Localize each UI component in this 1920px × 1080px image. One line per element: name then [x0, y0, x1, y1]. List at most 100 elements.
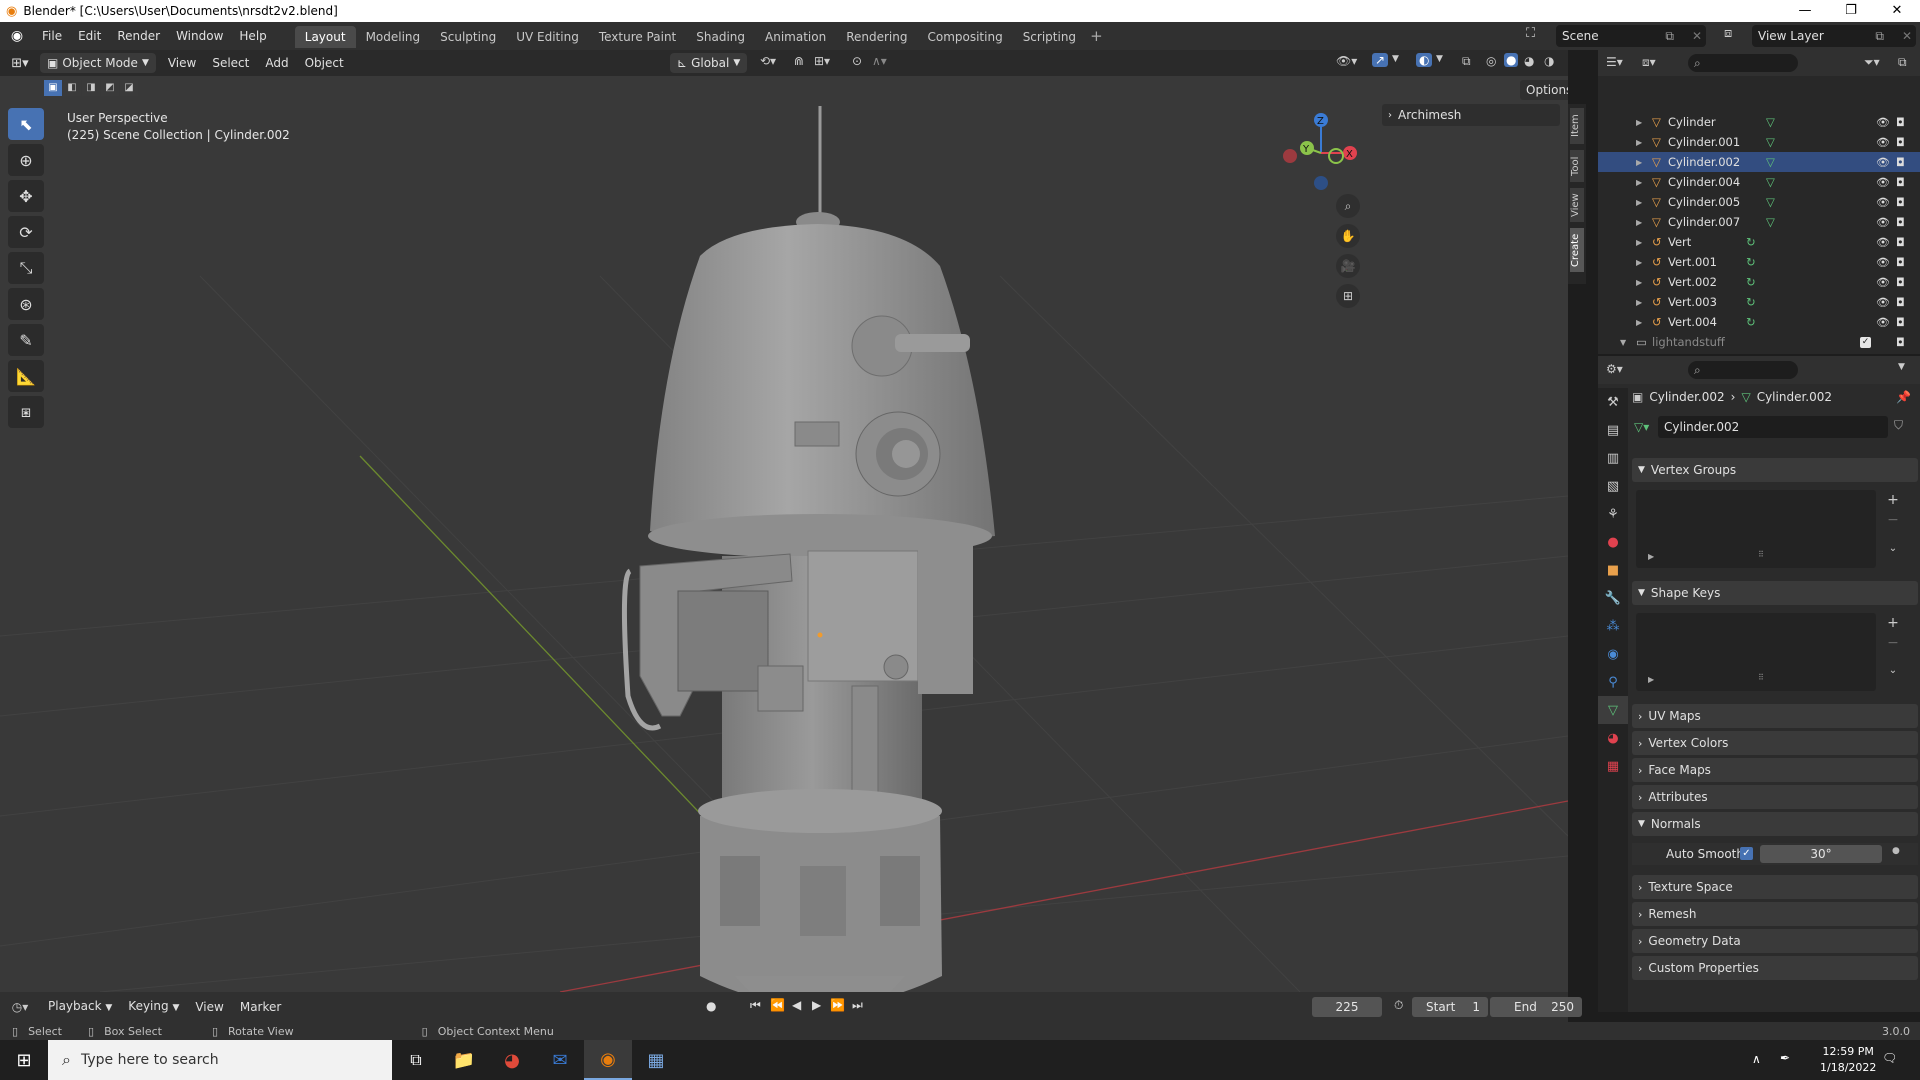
- viewport-menu-add[interactable]: Add: [257, 50, 296, 76]
- disclosure-triangle-icon[interactable]: ▶: [1636, 158, 1642, 167]
- menu-edit[interactable]: Edit: [70, 22, 109, 50]
- select-intersect-icon[interactable]: ◪: [120, 80, 138, 96]
- eye-icon[interactable]: 👁: [1876, 256, 1890, 269]
- mesh-data-icon[interactable]: ▽: [1766, 195, 1775, 209]
- disclosure-triangle-icon[interactable]: ▼: [1620, 338, 1626, 347]
- view-layer-icon[interactable]: ⧈: [1724, 26, 1732, 41]
- eye-icon[interactable]: 👁: [1876, 236, 1890, 249]
- cursor-tool[interactable]: ⊕: [8, 144, 44, 176]
- close-button[interactable]: ✕: [1874, 0, 1920, 22]
- properties-editor-icon[interactable]: ⚙▾: [1606, 362, 1623, 376]
- scene-type-icon[interactable]: ⛶: [1526, 26, 1535, 41]
- tab-modifiers[interactable]: 🔧: [1598, 584, 1628, 612]
- tab-compositing[interactable]: Compositing: [917, 26, 1012, 48]
- tab-modeling[interactable]: Modeling: [356, 26, 431, 48]
- camera-render-icon[interactable]: ◘: [1896, 156, 1905, 169]
- current-frame-field[interactable]: 225: [1312, 997, 1382, 1017]
- rotate-tool[interactable]: ⟳: [8, 216, 44, 248]
- menu-help[interactable]: Help: [231, 22, 274, 50]
- play-icon[interactable]: ▶: [812, 998, 821, 1012]
- remesh-panel-header[interactable]: › Remesh: [1632, 902, 1918, 926]
- disclosure-triangle-icon[interactable]: ▶: [1636, 118, 1642, 127]
- perspective-toggle-icon[interactable]: ⊞: [1336, 284, 1360, 308]
- transform-tool[interactable]: ⊛: [8, 288, 44, 320]
- viewport-menu-select[interactable]: Select: [204, 50, 257, 76]
- vertex-groups-panel-header[interactable]: ▼ Vertex Groups: [1632, 458, 1918, 482]
- new-collection-icon[interactable]: ⧉: [1898, 55, 1907, 70]
- visibility-icon[interactable]: 👁▾: [1336, 54, 1357, 68]
- xray-toggle-icon[interactable]: ⧉: [1462, 54, 1471, 69]
- eye-icon[interactable]: 👁: [1876, 216, 1890, 229]
- jump-end-icon[interactable]: ⏭: [852, 998, 863, 1013]
- add-shape-key-button[interactable]: +: [1882, 613, 1904, 633]
- tab-uv-editing[interactable]: UV Editing: [506, 26, 589, 48]
- blender-menu-icon[interactable]: ◉: [0, 28, 34, 44]
- wireframe-shading-icon[interactable]: ◎: [1486, 54, 1496, 68]
- uv-maps-panel-header[interactable]: › UV Maps: [1632, 704, 1918, 728]
- tab-animation[interactable]: Animation: [755, 26, 836, 48]
- outliner-editor-icon[interactable]: ☰▾: [1606, 55, 1623, 69]
- new-view-layer-icon[interactable]: ⧉: [1875, 29, 1884, 44]
- rendered-shading-icon[interactable]: ◑: [1544, 54, 1554, 68]
- tab-layout[interactable]: Layout: [294, 26, 356, 48]
- disclosure-triangle-icon[interactable]: ▶: [1636, 198, 1642, 207]
- properties-search-input[interactable]: ⌕: [1688, 361, 1798, 379]
- vertex-group-specials-button[interactable]: ⌄: [1882, 538, 1904, 558]
- navigation-gizmo[interactable]: Z X Y: [1276, 108, 1366, 198]
- remove-vertex-group-button[interactable]: −: [1882, 510, 1904, 530]
- tray-chevron-icon[interactable]: ∧: [1752, 1052, 1761, 1066]
- disclosure-triangle-icon[interactable]: ▶: [1636, 238, 1642, 247]
- geometry-data-panel-header[interactable]: › Geometry Data: [1632, 929, 1918, 953]
- editor-type-icon[interactable]: ⊞▾: [0, 56, 40, 71]
- outliner-item[interactable]: ▶ ▽ Cylinder.004 ▽ 👁 ◘: [1598, 172, 1920, 192]
- camera-render-icon[interactable]: ◘: [1896, 276, 1905, 289]
- scene-selector[interactable]: Scene ⧉ ✕: [1556, 25, 1706, 47]
- timeline-menu-keying[interactable]: Keying ▼: [120, 993, 187, 1021]
- jump-keyframe-back-icon[interactable]: ⏪: [770, 998, 785, 1012]
- fake-user-shield-icon[interactable]: ⛉: [1894, 418, 1903, 433]
- tab-tool-settings[interactable]: ⚒: [1598, 388, 1628, 416]
- select-box-tool[interactable]: ⬉: [8, 108, 44, 140]
- app-taskbar-icon[interactable]: ▦: [632, 1050, 680, 1071]
- outliner-item[interactable]: ▶ ↺ Vert.001 ↻ 👁 ◘: [1598, 252, 1920, 272]
- view-layer-selector[interactable]: View Layer ⧉ ✕: [1752, 25, 1916, 47]
- overlay-toggle-icon[interactable]: ◐: [1416, 53, 1433, 67]
- add-cube-tool[interactable]: ⧆: [8, 396, 44, 428]
- camera-render-icon[interactable]: ◘: [1896, 316, 1905, 329]
- taskbar-clock[interactable]: 12:59 PM 1/18/2022: [1820, 1044, 1876, 1076]
- gizmo-toggle-icon[interactable]: ↗: [1372, 53, 1389, 67]
- viewport-menu-view[interactable]: View: [160, 50, 204, 76]
- pen-icon[interactable]: ✒: [1780, 1051, 1790, 1065]
- snap-icon[interactable]: ⋒: [794, 54, 804, 68]
- tab-output[interactable]: ▥: [1598, 444, 1628, 472]
- options-button[interactable]: Options ▼: [1520, 80, 1568, 117]
- add-vertex-group-button[interactable]: +: [1882, 490, 1904, 510]
- tab-sculpting[interactable]: Sculpting: [430, 26, 506, 48]
- menu-file[interactable]: File: [34, 22, 70, 50]
- outliner-item[interactable]: ▶ ▽ Cylinder.005 ▽ 👁 ◘: [1598, 192, 1920, 212]
- stopwatch-icon[interactable]: ⏱: [1394, 998, 1403, 1013]
- tab-particles[interactable]: ⁂: [1598, 612, 1628, 640]
- timeline-menu-marker[interactable]: Marker: [232, 994, 289, 1020]
- snap-target-icon[interactable]: ⊞▾: [814, 54, 830, 68]
- remove-shape-key-button[interactable]: −: [1882, 633, 1904, 653]
- blender-taskbar-icon[interactable]: ◉: [584, 1040, 632, 1080]
- minimize-button[interactable]: —: [1782, 0, 1828, 22]
- file-explorer-icon[interactable]: 📁: [440, 1050, 488, 1071]
- jump-start-icon[interactable]: ⏮: [750, 998, 761, 1013]
- timeline-editor-icon[interactable]: ◷▾: [0, 1000, 40, 1014]
- mesh-browse-icon[interactable]: ▽▾: [1634, 420, 1649, 434]
- proportional-edit-icon[interactable]: ⊙: [852, 54, 862, 68]
- eye-icon[interactable]: 👁: [1876, 196, 1890, 209]
- list-expand-icon[interactable]: ▶: [1648, 552, 1654, 561]
- disclosure-triangle-icon[interactable]: ▶: [1636, 298, 1642, 307]
- notifications-icon[interactable]: 🗨: [1882, 1051, 1897, 1065]
- solid-shading-icon[interactable]: ●: [1504, 53, 1519, 67]
- mesh-data-icon[interactable]: ▽: [1766, 215, 1775, 229]
- scale-tool[interactable]: ⤡: [8, 252, 44, 284]
- outliner-item[interactable]: ▶ ↺ Vert.003 ↻ 👁 ◘: [1598, 292, 1920, 312]
- vertex-groups-list[interactable]: ▶ ⠿: [1636, 490, 1876, 568]
- maximize-button[interactable]: ❐: [1828, 0, 1874, 22]
- mail-icon[interactable]: ✉: [536, 1050, 584, 1071]
- archimesh-panel-header[interactable]: › Archimesh: [1382, 104, 1560, 126]
